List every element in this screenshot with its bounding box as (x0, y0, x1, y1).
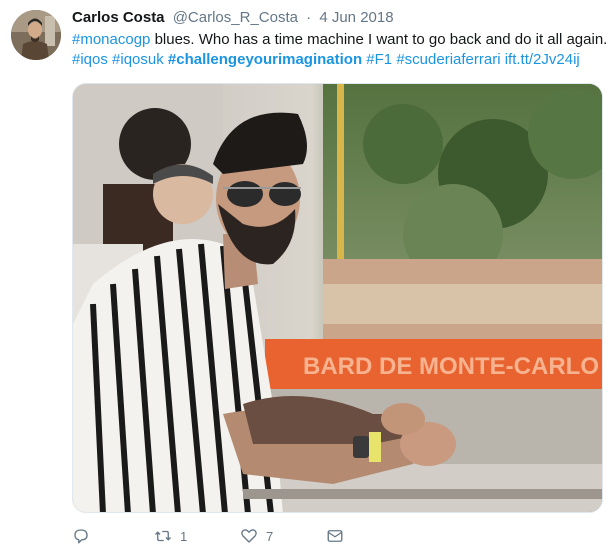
tweet-link[interactable]: ift.tt/2Jv24ij (505, 51, 580, 68)
tweet-body-text: blues. Who has a time machine I want to … (150, 31, 608, 48)
tweet-photo[interactable]: BARD DE MONTE-CARLO (72, 83, 603, 513)
tweet-header: Carlos Costa @Carlos_R_Costa · 4 Jun 201… (72, 8, 394, 28)
author-handle[interactable]: @Carlos_R_Costa (173, 9, 298, 26)
tweet-text-line-1: #monacogp blues. Who has a time machine … (72, 30, 607, 50)
retweet-icon (155, 530, 171, 542)
like-button[interactable]: 7 (240, 524, 273, 548)
tweet-text-line-2: #iqos #iqosuk #challengeyourimagination … (72, 50, 602, 70)
hashtag-monacogp[interactable]: #monacogp (72, 31, 150, 48)
tweet[interactable]: Carlos Costa @Carlos_R_Costa · 4 Jun 201… (0, 0, 614, 554)
avatar[interactable] (11, 10, 61, 60)
reply-button[interactable] (72, 524, 90, 548)
hashtag-f1[interactable]: #F1 (366, 51, 392, 68)
tweet-date[interactable]: 4 Jun 2018 (319, 9, 393, 26)
retweet-button[interactable]: 1 (154, 524, 187, 548)
tweet-text: #monacogp blues. Who has a time machine … (72, 30, 607, 70)
hashtag-challengeyourimagination[interactable]: #challengeyourimagination (168, 51, 362, 68)
retweet-count: 1 (180, 528, 188, 544)
hashtag-scuderiaferrari[interactable]: #scuderiaferrari (396, 51, 500, 68)
direct-message-button[interactable] (326, 524, 344, 548)
separator-dot: · (306, 9, 312, 26)
heart-icon (241, 529, 257, 543)
hashtag-iqosuk[interactable]: #iqosuk (112, 51, 164, 68)
reply-icon (74, 529, 88, 544)
author-name[interactable]: Carlos Costa (72, 9, 165, 26)
hashtag-iqos[interactable]: #iqos (72, 51, 108, 68)
envelope-icon (327, 530, 343, 542)
like-count: 7 (266, 528, 274, 544)
photo-man-on-balcony: BARD DE MONTE-CARLO (73, 84, 602, 512)
sign-text: BARD DE MONTE-CARLO (303, 353, 599, 380)
tweet-actions: 1 7 (72, 524, 472, 548)
avatar-image (11, 10, 61, 60)
